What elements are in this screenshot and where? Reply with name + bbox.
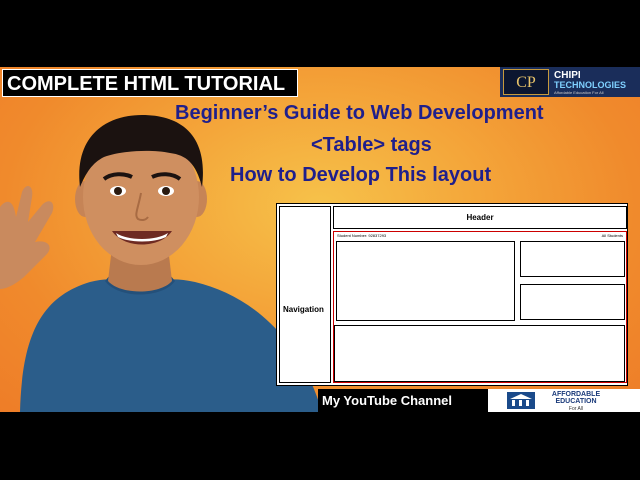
diagram-header: Header [333, 206, 627, 229]
affordable-line3: For All [568, 406, 584, 412]
diagram-navigation-label: Navigation [283, 305, 324, 314]
logo-name-line2: TECHNOLOGIES [554, 80, 627, 90]
headline-beginners-guide: Beginner’s Guide to Web Development [175, 102, 544, 124]
diagram-side-box-bottom [520, 284, 625, 320]
tutorial-title: COMPLETE HTML TUTORIAL [2, 69, 298, 97]
layout-diagram: Navigation Header Student Number: 928372… [276, 203, 628, 386]
diagram-footer-box [334, 325, 625, 382]
school-icon [507, 392, 535, 409]
affordable-education-logo: AFFORDABLE EDUCATION For All [488, 389, 640, 412]
logo-tagline: Affordable Education For All [554, 90, 604, 95]
headline-table-tags: <Table> tags [311, 134, 432, 156]
diagram-content-box [336, 241, 515, 321]
headline-develop-layout: How to Develop This layout [230, 164, 492, 186]
affordable-education-text: AFFORDABLE EDUCATION For All [538, 391, 614, 412]
logo-mark: CP [503, 69, 549, 95]
thumbnail: COMPLETE HTML TUTORIAL CP CHIPI TECHNOLO… [0, 67, 640, 412]
youtube-channel-banner: My YouTube Channel [318, 389, 488, 412]
diagram-all-students: All Students [601, 233, 623, 238]
affordable-line1: AFFORDABLE [551, 391, 601, 398]
diagram-main: Student Number: 92837293 All Students [333, 231, 627, 383]
chipi-technologies-logo: CP CHIPI TECHNOLOGIES Affordable Educati… [500, 67, 640, 97]
diagram-navigation: Navigation [279, 206, 331, 383]
diagram-student-number: Student Number: 92837293 [337, 233, 387, 238]
diagram-side-box-top [520, 241, 625, 277]
affordable-line2: EDUCATION [555, 398, 597, 405]
